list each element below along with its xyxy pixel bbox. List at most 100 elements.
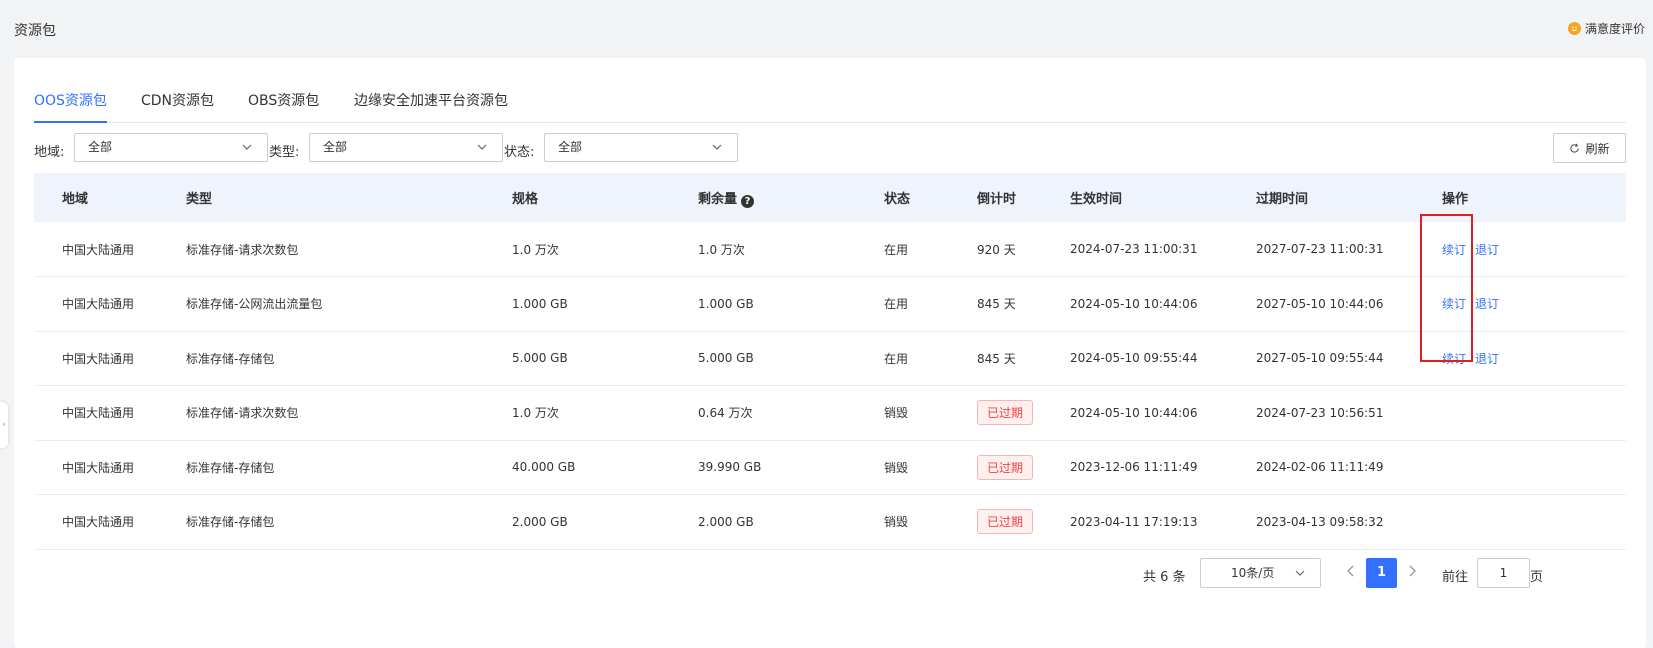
region-select[interactable]: 全部	[74, 133, 268, 162]
table-row: 中国大陆通用 标准存储-请求次数包 1.0 万次 0.64 万次 销毁 已过期 …	[34, 386, 1626, 441]
unsubscribe-link[interactable]: 退订	[1475, 352, 1499, 366]
cell-type: 标准存储-存储包	[186, 515, 275, 530]
cell-status: 销毁	[884, 406, 909, 421]
chevron-right-icon	[1409, 565, 1416, 577]
cell-type: 标准存储-存储包	[186, 351, 275, 366]
column-header-end-time: 过期时间	[1256, 192, 1309, 207]
cell-actions	[1442, 440, 1626, 495]
expired-badge: 已过期	[977, 509, 1034, 535]
cell-type: 标准存储-请求次数包	[186, 406, 299, 421]
cell-countdown: 已过期	[977, 386, 1070, 441]
renew-link[interactable]: 续订	[1442, 297, 1466, 311]
renew-link[interactable]: 续订	[1442, 243, 1466, 257]
tab-label: CDN资源包	[141, 93, 215, 109]
cell-spec: 1.0 万次	[512, 242, 559, 257]
page-title: 资源包	[14, 23, 56, 39]
chevron-down-icon	[712, 144, 722, 150]
tab-edge-security[interactable]: 边缘安全加速平台资源包	[354, 90, 508, 110]
column-header-spec: 规格	[512, 192, 539, 207]
cell-region: 中国大陆通用	[62, 460, 135, 475]
cell-actions	[1442, 495, 1626, 550]
collapse-handle[interactable]: ‹	[0, 402, 8, 448]
tab-label: OOS资源包	[34, 93, 107, 109]
cell-countdown: 920 天	[977, 242, 1016, 257]
tab-cdn[interactable]: CDN资源包	[141, 90, 214, 110]
cell-status: 销毁	[884, 460, 909, 475]
chevron-down-icon	[477, 144, 487, 150]
unsubscribe-link[interactable]: 退订	[1475, 243, 1499, 257]
filter-bar: 地域: 全部 类型: 全部 状态: 全部 刷新	[34, 133, 1626, 165]
cell-region: 中国大陆通用	[62, 515, 135, 530]
cell-spec: 1.0 万次	[512, 406, 559, 421]
table-row: 中国大陆通用 标准存储-存储包 40.000 GB 39.990 GB 销毁 已…	[34, 440, 1626, 495]
region-filter-label: 地域:	[34, 145, 65, 160]
cell-remaining: 2.000 GB	[698, 514, 754, 529]
column-header-start-time: 生效时间	[1070, 192, 1123, 207]
column-header-countdown: 倒计时	[977, 192, 1017, 207]
column-header-actions: 操作	[1442, 192, 1469, 207]
cell-spec: 1.000 GB	[512, 296, 568, 311]
page-size-select[interactable]: 10条/页	[1200, 558, 1321, 588]
smile-icon	[1567, 22, 1581, 35]
region-select-value: 全部	[88, 140, 113, 154]
cell-start-time: 2024-05-10 10:44:06	[1070, 405, 1198, 420]
cell-status: 销毁	[884, 515, 909, 530]
cell-end-time: 2027-05-10 09:55:44	[1256, 351, 1384, 366]
active-tab-indicator	[34, 121, 107, 123]
status-select[interactable]: 全部	[544, 133, 738, 162]
prev-page-button[interactable]	[1345, 564, 1357, 582]
cell-actions: 续订 退订	[1442, 277, 1626, 332]
pagination-total: 共 6 条	[1143, 570, 1186, 585]
goto-page-input[interactable]: 1	[1477, 558, 1530, 588]
cell-region: 中国大陆通用	[62, 297, 135, 312]
table-row: 中国大陆通用 标准存储-请求次数包 1.0 万次 1.0 万次 在用 920 天…	[34, 222, 1626, 277]
cell-start-time: 2024-05-10 09:55:44	[1070, 351, 1198, 366]
next-page-button[interactable]	[1406, 564, 1418, 582]
cell-countdown: 845 天	[977, 351, 1016, 366]
remaining-header-label: 剩余量	[698, 191, 738, 207]
column-header-remaining: 剩余量?	[698, 173, 884, 222]
resource-card: OOS资源包 CDN资源包 OBS资源包 边缘安全加速平台资源包 地域: 全部 …	[14, 58, 1646, 648]
resource-table: 地域 类型 规格 剩余量? 状态 倒计时 生效时间 过期时间 操作 中国大陆通用…	[34, 173, 1626, 550]
renew-link[interactable]: 续订	[1442, 352, 1466, 366]
column-header-region: 地域	[62, 192, 89, 207]
table-row: 中国大陆通用 标准存储-存储包 2.000 GB 2.000 GB 销毁 已过期…	[34, 495, 1626, 550]
satisfaction-label: 满意度评价	[1584, 22, 1645, 36]
cell-start-time: 2023-12-06 11:11:49	[1070, 460, 1198, 475]
column-header-type: 类型	[186, 192, 213, 207]
cell-type: 标准存储-公网流出流量包	[186, 297, 323, 312]
page-size-value: 10条/页	[1231, 566, 1275, 580]
cell-actions: 续订 退订	[1442, 222, 1626, 277]
cell-remaining: 39.990 GB	[698, 460, 762, 475]
help-icon[interactable]: ?	[741, 194, 755, 208]
cell-remaining: 0.64 万次	[698, 406, 753, 421]
unsubscribe-link[interactable]: 退订	[1475, 297, 1499, 311]
cell-countdown: 已过期	[977, 440, 1070, 495]
goto-label: 前往	[1442, 570, 1469, 585]
cell-end-time: 2023-04-13 09:58:32	[1256, 514, 1384, 529]
expired-badge: 已过期	[977, 454, 1034, 480]
expired-badge: 已过期	[977, 400, 1034, 426]
cell-start-time: 2024-05-10 10:44:06	[1070, 296, 1198, 311]
cell-actions: 续订 退订	[1442, 331, 1626, 386]
type-select[interactable]: 全部	[309, 133, 503, 162]
cell-status: 在用	[884, 351, 909, 366]
status-filter-label: 状态:	[504, 145, 535, 160]
satisfaction-rating[interactable]: 满意度评价	[1567, 20, 1645, 37]
cell-start-time: 2024-07-23 11:00:31	[1070, 242, 1198, 256]
refresh-label: 刷新	[1585, 141, 1610, 156]
page-number-current[interactable]: 1	[1366, 558, 1397, 588]
cell-end-time: 2027-07-23 11:00:31	[1256, 242, 1384, 256]
cell-region: 中国大陆通用	[62, 242, 135, 257]
chevron-down-icon	[1295, 570, 1305, 576]
cell-countdown: 已过期	[977, 495, 1070, 550]
type-filter-label: 类型:	[269, 145, 300, 160]
cell-remaining: 1.000 GB	[698, 296, 754, 311]
tab-obs[interactable]: OBS资源包	[248, 90, 319, 110]
status-select-value: 全部	[558, 140, 583, 154]
cell-end-time: 2024-07-23 10:56:51	[1256, 405, 1384, 420]
chevron-left-icon: ‹	[2, 420, 6, 430]
type-select-value: 全部	[323, 140, 348, 154]
tab-oos[interactable]: OOS资源包	[34, 90, 107, 110]
refresh-button[interactable]: 刷新	[1553, 133, 1626, 163]
